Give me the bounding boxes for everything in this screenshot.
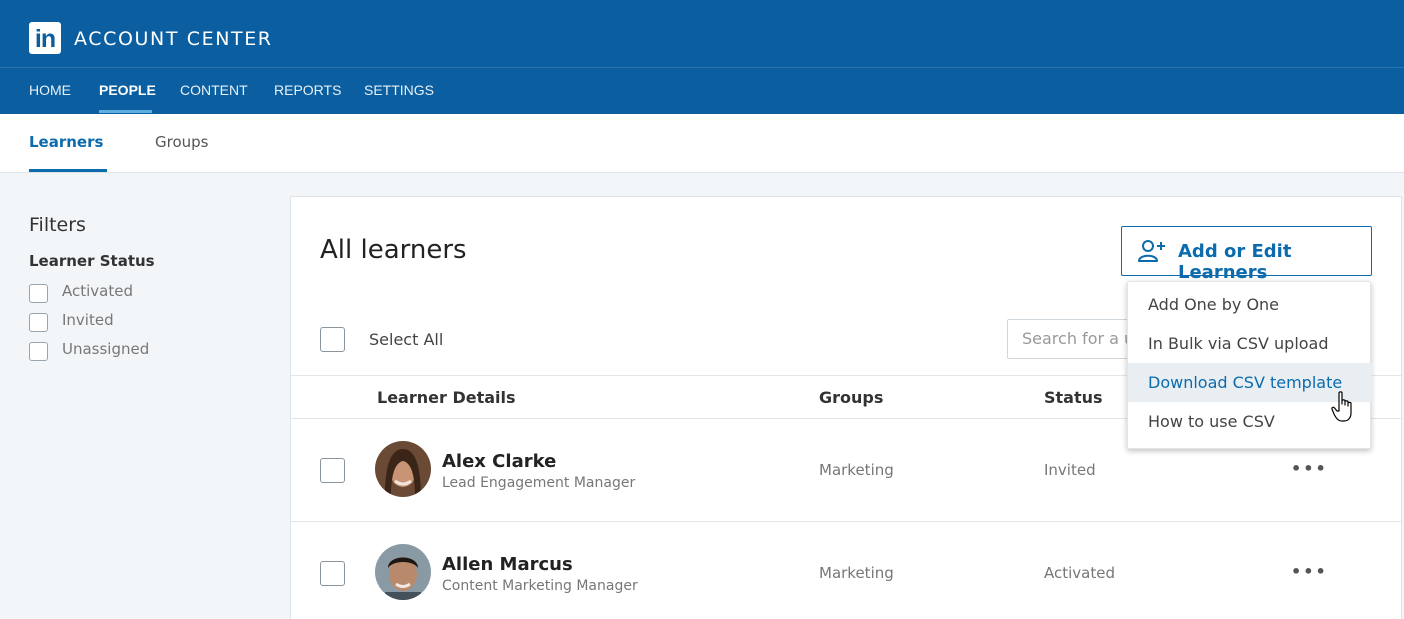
learner-status: Activated: [1044, 564, 1115, 582]
learner-title: Content Marketing Manager: [442, 578, 638, 594]
select-all-label: Select All: [369, 330, 444, 349]
hand-cursor-icon: [1331, 391, 1352, 422]
avatar: [375, 441, 431, 497]
add-learners-dropdown-menu: Add One by One In Bulk via CSV upload Do…: [1127, 281, 1372, 449]
menu-item-bulk-csv-upload[interactable]: In Bulk via CSV upload: [1128, 324, 1372, 363]
column-header-groups[interactable]: Groups: [819, 388, 883, 407]
row-checkbox[interactable]: [320, 458, 345, 483]
column-header-learner-details[interactable]: Learner Details: [377, 388, 516, 407]
filter-group-title: Learner Status: [29, 252, 155, 270]
top-banner: in ACCOUNT CENTER HOME PEOPLE CONTENT RE…: [0, 0, 1404, 114]
learner-name[interactable]: Alex Clarke: [442, 451, 556, 472]
column-header-status[interactable]: Status: [1044, 388, 1103, 407]
learner-group: Marketing: [819, 461, 894, 479]
nav-item-settings[interactable]: SETTINGS: [364, 82, 434, 98]
filter-checkbox[interactable]: [29, 284, 48, 303]
menu-item-add-one-by-one[interactable]: Add One by One: [1128, 285, 1372, 324]
add-person-icon: [1138, 240, 1165, 262]
filter-option-unassigned[interactable]: Unassigned: [29, 336, 269, 365]
avatar: [375, 544, 431, 600]
more-options-icon[interactable]: •••: [1291, 459, 1328, 478]
nav-item-home[interactable]: HOME: [29, 82, 71, 98]
more-options-icon[interactable]: •••: [1291, 562, 1328, 581]
linkedin-logo[interactable]: in: [29, 22, 61, 54]
filter-option-invited[interactable]: Invited: [29, 307, 269, 336]
tab-groups[interactable]: Groups: [155, 133, 208, 151]
nav-item-people[interactable]: PEOPLE: [99, 82, 156, 98]
add-button-label: Add or Edit Learners: [1178, 241, 1292, 283]
add-or-edit-learners-button[interactable]: Add or Edit Learners: [1121, 226, 1372, 283]
row-checkbox[interactable]: [320, 561, 345, 586]
learner-name[interactable]: Allen Marcus: [442, 554, 573, 575]
page-title: All learners: [320, 235, 467, 265]
filter-option-label: Activated: [62, 282, 133, 300]
filters-sidebar: Filters Learner Status Activated Invited…: [29, 214, 269, 365]
select-all-checkbox[interactable]: [320, 327, 345, 352]
tab-learners[interactable]: Learners: [29, 133, 103, 151]
filter-option-label: Invited: [62, 311, 114, 329]
app-title: ACCOUNT CENTER: [74, 28, 273, 50]
brand-row: in ACCOUNT CENTER: [0, 0, 1404, 68]
table-row[interactable]: Allen Marcus Content Marketing Manager M…: [291, 522, 1401, 619]
learner-title: Lead Engagement Manager: [442, 475, 636, 491]
learner-status: Invited: [1044, 461, 1096, 479]
filter-option-activated[interactable]: Activated: [29, 278, 269, 307]
filter-checkbox[interactable]: [29, 342, 48, 361]
subtab-active-indicator: [29, 169, 107, 172]
nav-active-indicator: [99, 110, 152, 113]
filter-checkbox[interactable]: [29, 313, 48, 332]
nav-item-reports[interactable]: REPORTS: [274, 82, 341, 98]
subtab-bar: Learners Groups: [0, 114, 1404, 173]
nav-item-content[interactable]: CONTENT: [180, 82, 248, 98]
filter-option-label: Unassigned: [62, 340, 150, 358]
learner-group: Marketing: [819, 564, 894, 582]
filters-title: Filters: [29, 214, 86, 236]
